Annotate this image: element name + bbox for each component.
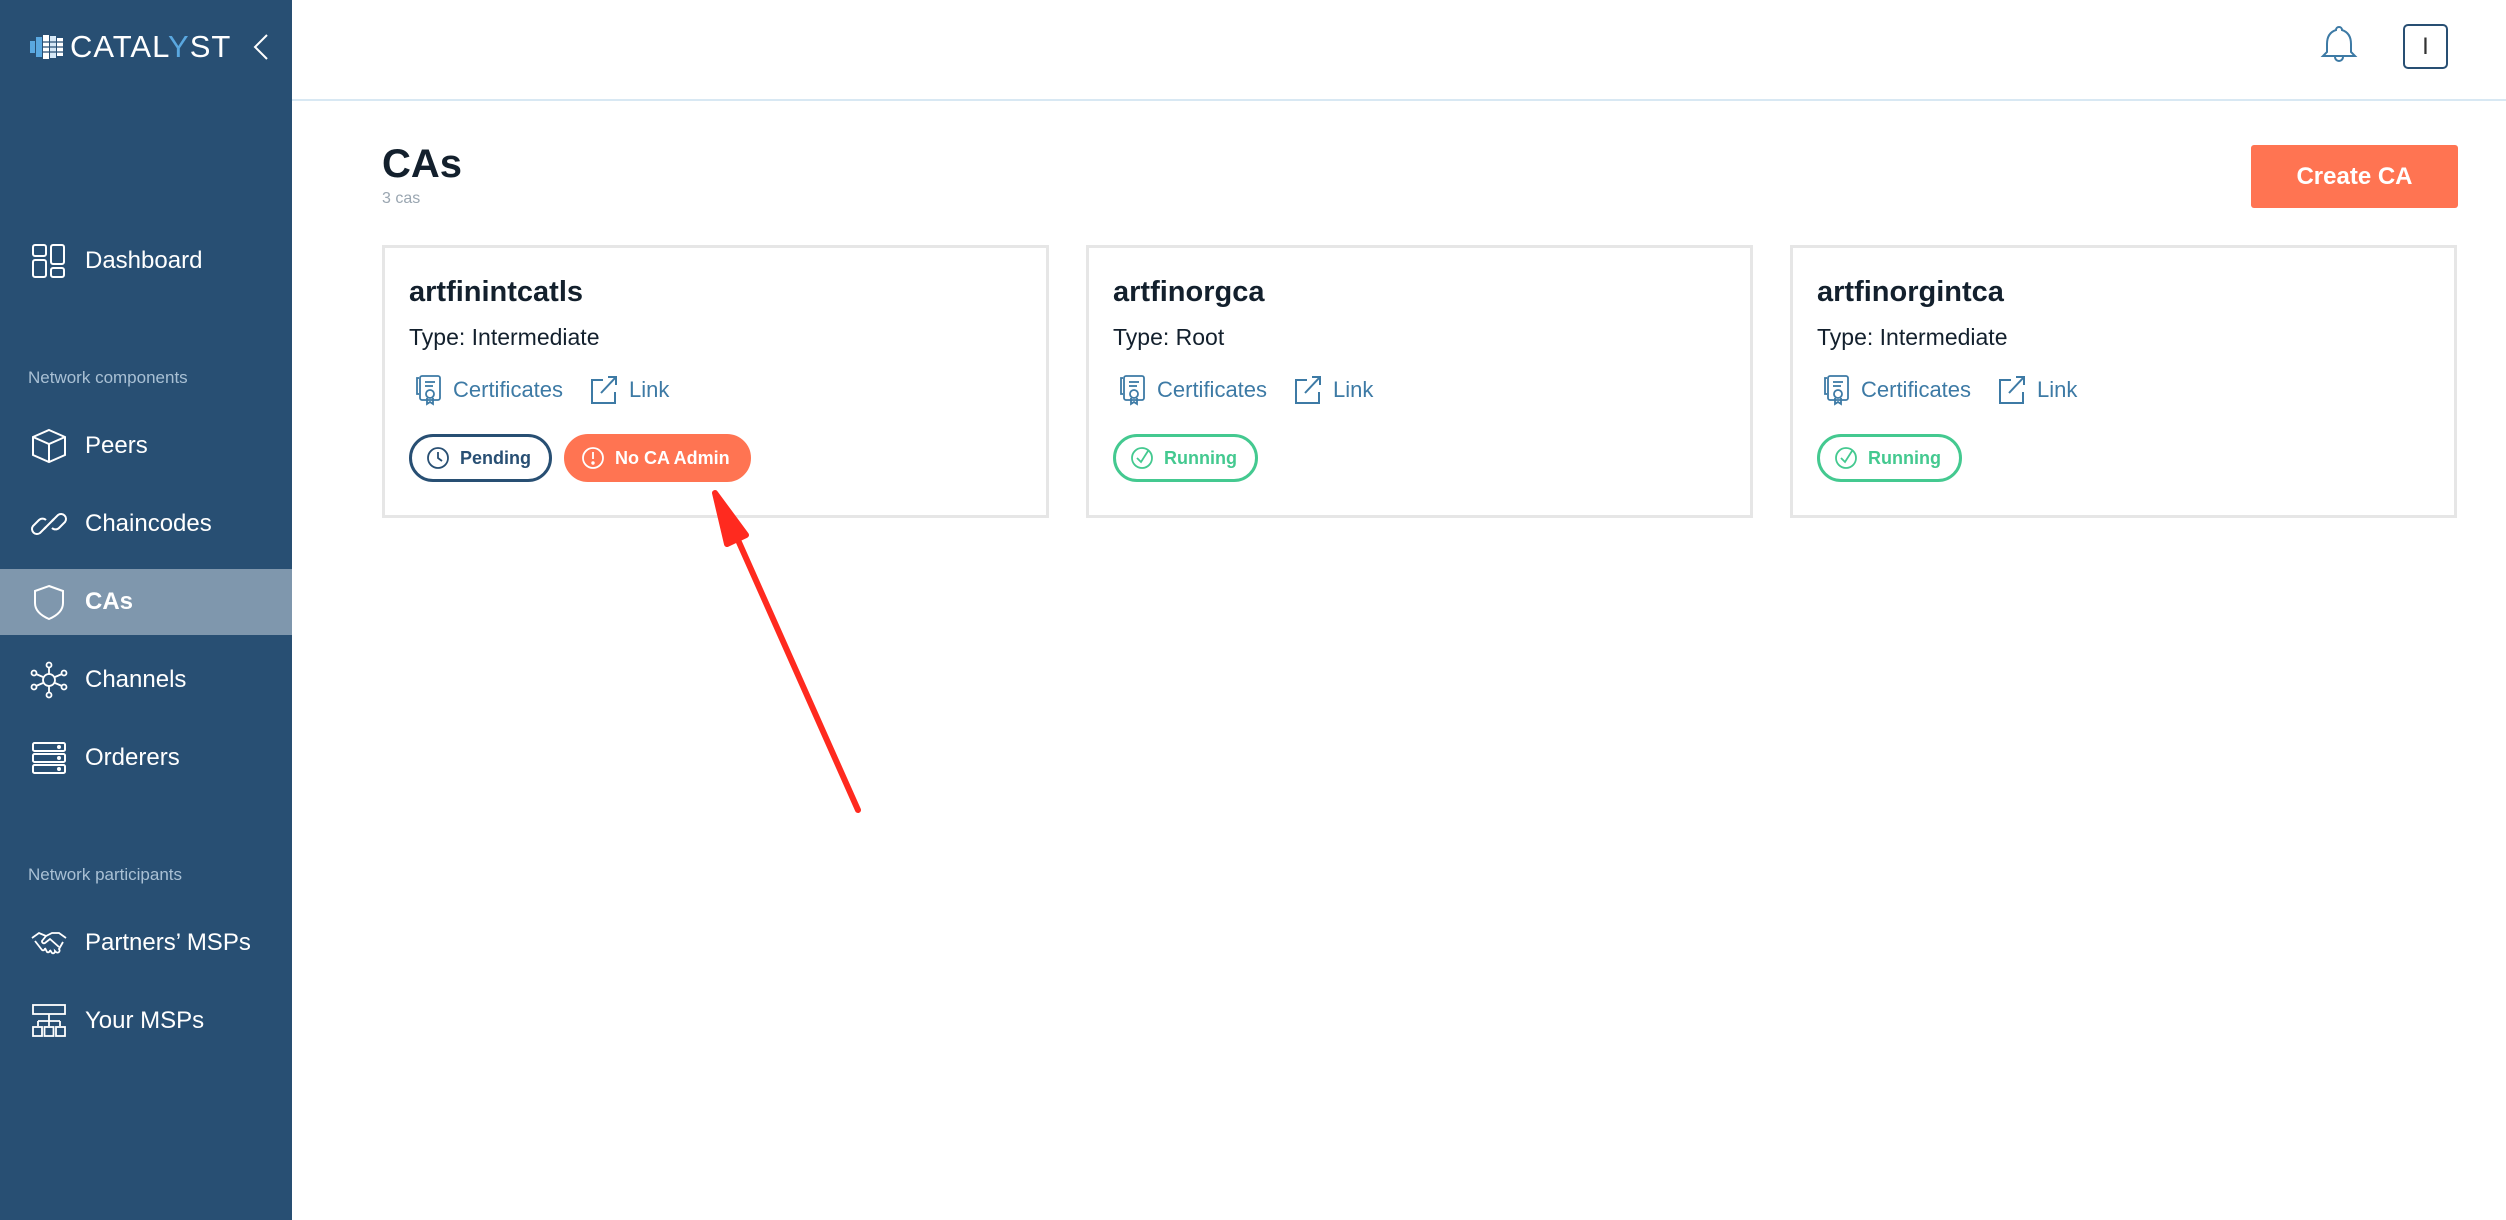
sidebar-item-partners-msps[interactable]: Partners’ MSPs xyxy=(0,910,292,976)
certificates-link[interactable]: Certificates xyxy=(1821,374,1971,406)
network-hub-icon xyxy=(30,661,68,699)
status-badges: Running xyxy=(1817,434,1974,482)
link-label: Link xyxy=(2037,377,2078,402)
sidebar-item-label: Channels xyxy=(85,666,187,693)
create-ca-button[interactable]: Create CA xyxy=(2251,145,2458,208)
certificates-label: Certificates xyxy=(453,377,564,402)
sidebar-item-peers[interactable]: Peers xyxy=(0,413,292,479)
status-badge-running: Running xyxy=(1113,434,1258,482)
sidebar: CATALYST Dashboard Network components Pe… xyxy=(0,0,292,1220)
external-link-icon xyxy=(1295,376,1322,404)
ca-links: Certificates Link xyxy=(1821,374,2103,406)
sidebar-item-channels[interactable]: Channels xyxy=(0,647,292,713)
external-link[interactable]: Link xyxy=(589,374,669,406)
status-badge-no-ca-admin[interactable]: No CA Admin xyxy=(564,434,751,482)
shield-icon xyxy=(30,583,68,621)
sidebar-item-label: CAs xyxy=(85,588,134,615)
page-title: CAs xyxy=(382,142,463,186)
notifications-button[interactable] xyxy=(2320,24,2358,64)
check-circle-icon xyxy=(1131,447,1153,469)
page-subtitle: 3 cas xyxy=(382,190,421,207)
status-badges: Pending No CA Admin xyxy=(409,434,763,482)
exclamation-circle-icon xyxy=(582,447,604,469)
certificates-link[interactable]: Certificates xyxy=(1117,374,1267,406)
ca-card[interactable]: artfinintcatls Type: Intermediate Certif… xyxy=(382,245,1049,518)
sidebar-item-dashboard[interactable]: Dashboard xyxy=(0,228,292,294)
certificate-icon xyxy=(1120,375,1145,406)
ca-name: artfinintcatls xyxy=(409,276,584,308)
cube-icon xyxy=(30,427,68,465)
ca-name: artfinorgintca xyxy=(1817,276,2004,308)
sidebar-item-label: Partners’ MSPs xyxy=(85,929,251,956)
ca-type: Type: Intermediate xyxy=(1817,324,2008,350)
external-link-icon xyxy=(591,376,618,404)
dashboard-icon xyxy=(30,242,68,280)
annotation-arrow xyxy=(712,490,861,813)
org-chart-icon xyxy=(30,1002,68,1040)
sidebar-item-your-msps[interactable]: Your MSPs xyxy=(0,988,292,1054)
link-chain-icon xyxy=(30,505,68,543)
ca-type: Type: Root xyxy=(1113,324,1225,350)
certificate-icon xyxy=(416,375,441,406)
status-badge-pending: Pending xyxy=(409,434,552,482)
section-label-network-participants: Network participants xyxy=(28,865,183,884)
link-label: Link xyxy=(629,377,670,402)
ca-type: Type: Intermediate xyxy=(409,324,600,350)
bell-icon xyxy=(2320,25,2358,62)
link-label: Link xyxy=(1333,377,1374,402)
status-badges: Running xyxy=(1113,434,1270,482)
sidebar-item-orderers[interactable]: Orderers xyxy=(0,725,292,791)
external-link[interactable]: Link xyxy=(1997,374,2077,406)
catalyst-logo-icon xyxy=(30,35,63,59)
ca-card[interactable]: artfinorgintca Type: Intermediate Certif… xyxy=(1790,245,2457,518)
server-stack-icon xyxy=(30,739,68,777)
top-bar xyxy=(292,0,2506,101)
sidebar-item-chaincodes[interactable]: Chaincodes xyxy=(0,491,292,557)
check-circle-icon xyxy=(1835,447,1857,469)
sidebar-item-label: Dashboard xyxy=(85,247,203,274)
chevron-left-icon xyxy=(253,34,268,60)
catalyst-logo[interactable]: CATALYST xyxy=(30,29,232,64)
ca-links: Certificates Link xyxy=(413,374,695,406)
certificates-link[interactable]: Certificates xyxy=(413,374,563,406)
clock-icon xyxy=(427,447,449,469)
app-root: CATALYST Dashboard Network components Pe… xyxy=(0,0,2506,1220)
external-link[interactable]: Link xyxy=(1293,374,1373,406)
sidebar-item-label: Your MSPs xyxy=(85,1007,205,1034)
certificates-label: Certificates xyxy=(1861,377,1972,402)
status-badge-running: Running xyxy=(1817,434,1962,482)
logo-text: CATALYST xyxy=(70,29,232,64)
ca-name: artfinorgca xyxy=(1113,276,1265,308)
ca-links: Certificates Link xyxy=(1117,374,1399,406)
sidebar-item-label: Chaincodes xyxy=(85,510,212,537)
section-label-network-components: Network components xyxy=(28,368,188,387)
user-menu-button[interactable]: I xyxy=(2403,24,2448,69)
certificates-label: Certificates xyxy=(1157,377,1268,402)
external-link-icon xyxy=(1999,376,2026,404)
certificate-icon xyxy=(1824,375,1849,406)
ca-card[interactable]: artfinorgca Type: Root Certificates Link… xyxy=(1086,245,1753,518)
annotation-arrow-shaft xyxy=(735,537,861,813)
sidebar-item-cas[interactable]: CAs xyxy=(0,569,292,635)
sidebar-item-label: Orderers xyxy=(85,744,180,771)
collapse-sidebar-button[interactable] xyxy=(248,30,274,64)
handshake-icon xyxy=(30,924,68,962)
sidebar-item-label: Peers xyxy=(85,432,148,459)
